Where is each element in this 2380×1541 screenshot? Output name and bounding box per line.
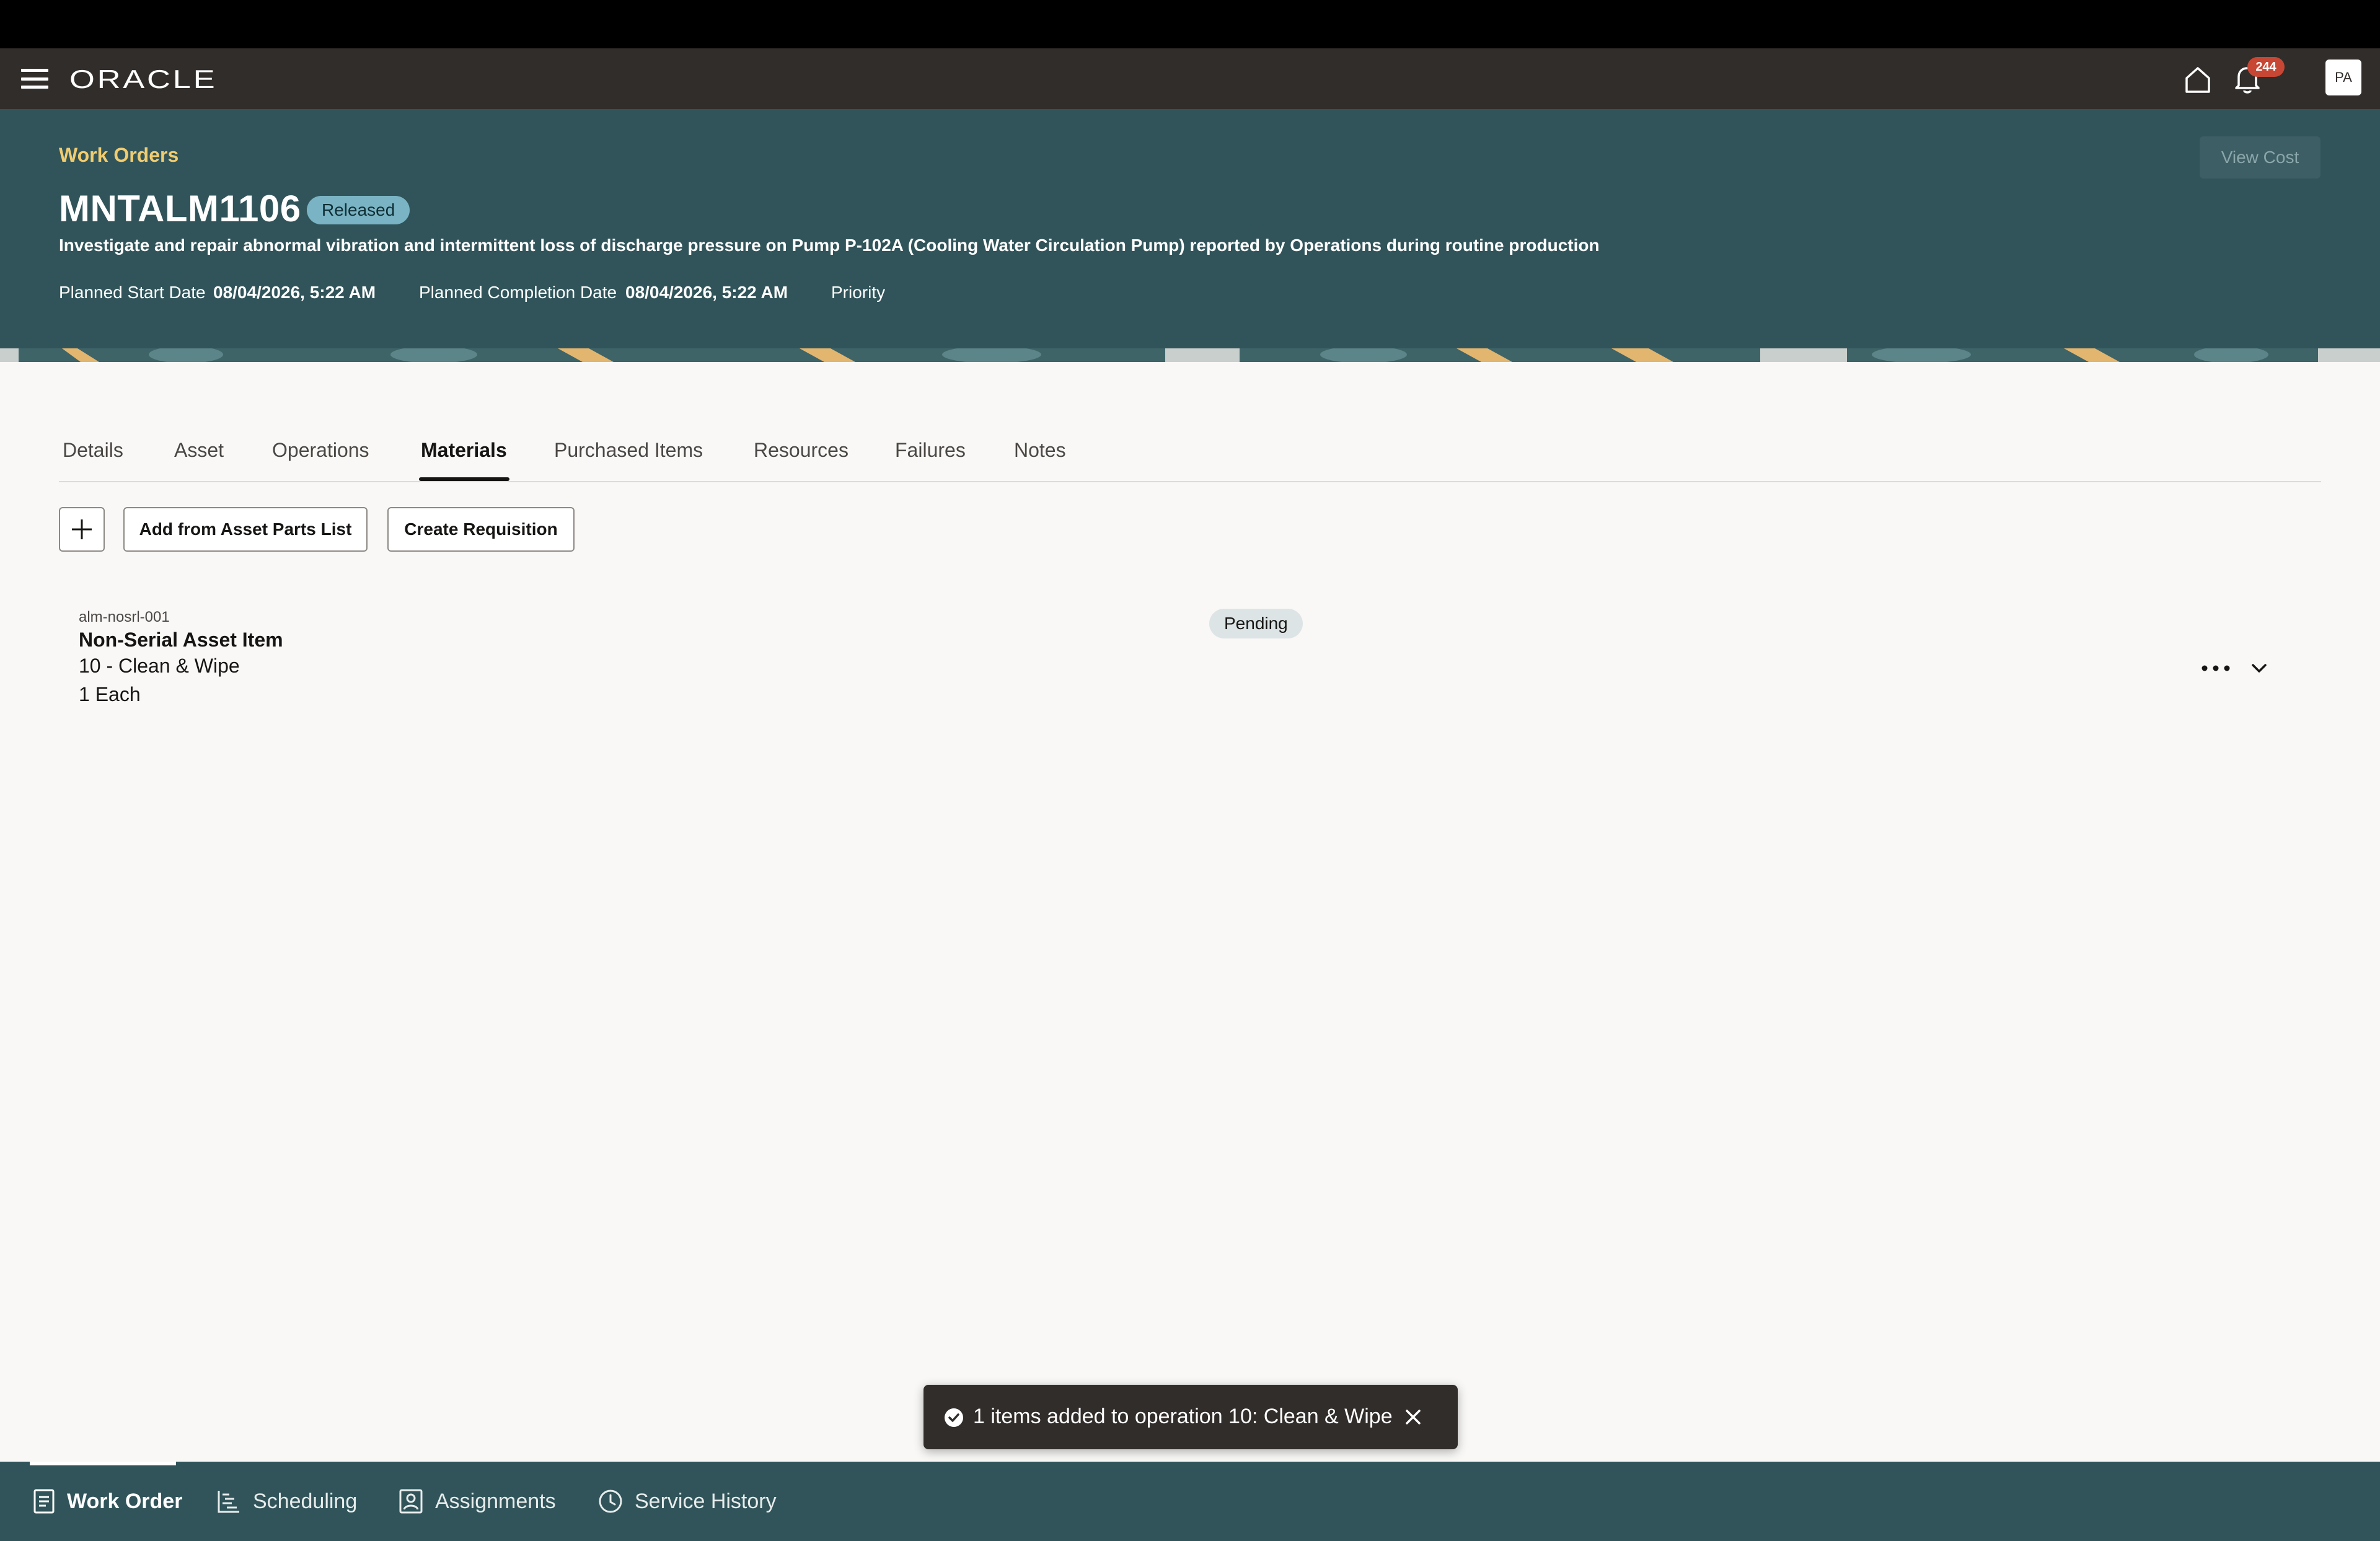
bottom-nav-scheduling[interactable]: Scheduling: [216, 1462, 357, 1541]
material-item-name: Non-Serial Asset Item: [79, 629, 283, 651]
user-avatar[interactable]: PA: [2325, 60, 2361, 95]
planned-start-value: 08/04/2026, 5:22 AM: [213, 283, 376, 302]
add-from-asset-parts-list-button[interactable]: Add from Asset Parts List: [123, 507, 368, 552]
plus-icon: [72, 519, 92, 539]
priority-label: Priority: [831, 283, 886, 302]
material-status-badge: Pending: [1209, 609, 1303, 638]
system-top-bar: [0, 0, 2380, 48]
tab-details[interactable]: Details: [63, 439, 123, 462]
planned-start-label: Planned Start Date: [59, 283, 206, 302]
material-list-item[interactable]: alm-nosrl-001 Non-Serial Asset Item 10 -…: [59, 595, 2321, 713]
oracle-logo: ORACLE: [69, 64, 218, 94]
schedule-icon: [218, 1491, 239, 1513]
planned-completion-value: 08/04/2026, 5:22 AM: [625, 283, 788, 302]
tab-asset[interactable]: Asset: [174, 439, 224, 462]
app-bar: ORACLE 244 PA: [0, 48, 2380, 109]
add-material-button[interactable]: [59, 507, 105, 552]
planned-completion-label: Planned Completion Date: [419, 283, 617, 302]
bottom-nav-label: Work Order: [67, 1489, 183, 1513]
home-icon[interactable]: [2182, 63, 2214, 95]
close-icon[interactable]: [1401, 1405, 1426, 1429]
decorative-pattern-strip: [0, 348, 2380, 362]
person-icon: [399, 1489, 423, 1514]
view-cost-button[interactable]: View Cost: [2200, 136, 2320, 179]
menu-icon[interactable]: [21, 67, 48, 91]
breadcrumb-work-orders[interactable]: Work Orders: [59, 144, 178, 167]
create-requisition-button[interactable]: Create Requisition: [387, 507, 575, 552]
bottom-nav-label: Scheduling: [253, 1489, 358, 1513]
document-icon: [33, 1489, 55, 1514]
work-order-description: Investigate and repair abnormal vibratio…: [59, 236, 1600, 255]
more-actions-icon[interactable]: [2197, 657, 2237, 679]
check-circle-icon: [945, 1408, 963, 1427]
bottom-nav-label: Assignments: [435, 1489, 556, 1513]
tab-materials[interactable]: Materials: [421, 439, 507, 462]
work-order-number: MNTALM1106: [59, 188, 301, 229]
tab-bar: Details Asset Operations Materials Purch…: [59, 428, 2321, 482]
tab-notes[interactable]: Notes: [1014, 439, 1066, 462]
material-quantity: 1 Each: [79, 683, 141, 705]
bottom-nav-label: Service History: [635, 1489, 777, 1513]
bottom-nav-work-order[interactable]: Work Order: [32, 1462, 182, 1541]
active-tab-indicator: [419, 477, 509, 481]
tab-purchased-items[interactable]: Purchased Items: [554, 439, 703, 462]
material-item-code: alm-nosrl-001: [79, 609, 170, 625]
chevron-down-icon[interactable]: [2246, 655, 2273, 682]
tab-operations[interactable]: Operations: [272, 439, 369, 462]
work-order-header: Work Orders View Cost MNTALM1106 Release…: [0, 109, 2380, 348]
material-operation: 10 - Clean & Wipe: [79, 655, 240, 677]
tab-failures[interactable]: Failures: [895, 439, 966, 462]
clock-icon: [599, 1490, 622, 1513]
notification-count-badge: 244: [2247, 57, 2285, 77]
status-badge: Released: [307, 196, 410, 224]
bottom-nav-service-history[interactable]: Service History: [597, 1462, 777, 1541]
bottom-navigation: Work Order Scheduling Assignments Servic…: [0, 1462, 2380, 1541]
toast-message: 1 items added to operation 10: Clean & W…: [973, 1405, 1393, 1428]
tab-resources[interactable]: Resources: [754, 439, 848, 462]
bottom-nav-assignments[interactable]: Assignments: [398, 1462, 556, 1541]
success-toast: 1 items added to operation 10: Clean & W…: [923, 1385, 1458, 1449]
